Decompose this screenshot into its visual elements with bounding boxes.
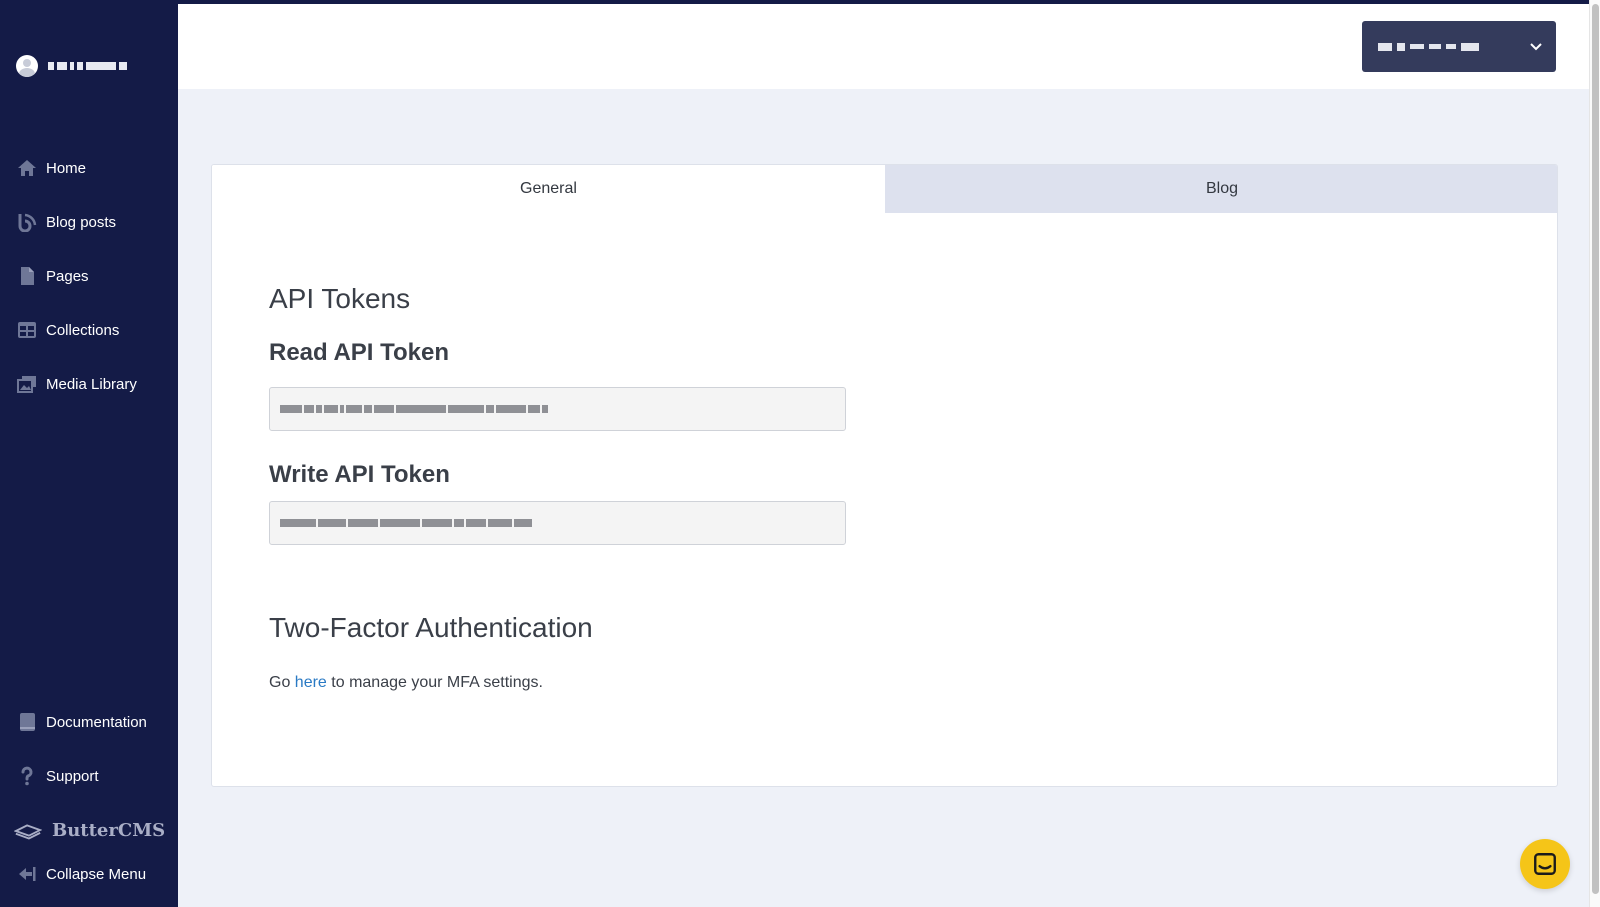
sidebar-item-collections[interactable]: Collections — [16, 316, 166, 344]
api-tokens-heading: API Tokens — [269, 283, 411, 314]
sidebar-item-label: Pages — [46, 267, 89, 285]
read-api-token-field[interactable] — [269, 387, 846, 431]
scrollbar-thumb[interactable] — [1592, 4, 1599, 894]
blog-posts-icon — [16, 211, 38, 233]
mfa-instructions: Go here to manage your MFA settings. — [269, 674, 543, 692]
top-header — [178, 0, 1589, 89]
main-content: General Blog API Tokens Read API Token W… — [178, 89, 1589, 907]
collapse-arrow-icon — [16, 863, 38, 885]
write-api-token-field[interactable] — [269, 501, 846, 545]
redacted-write-token — [280, 519, 532, 527]
sidebar-item-label: Documentation — [46, 713, 147, 731]
home-icon — [16, 157, 38, 179]
sidebar-item-label: Collections — [46, 321, 120, 339]
collapse-menu-label: Collapse Menu — [46, 865, 147, 883]
redacted-organization-name — [1378, 42, 1522, 51]
page-icon — [16, 265, 38, 287]
redacted-read-token — [280, 405, 548, 413]
question-icon — [16, 765, 38, 787]
collections-icon — [16, 319, 38, 341]
organization-dropdown[interactable] — [1362, 21, 1556, 72]
book-icon — [16, 711, 38, 733]
settings-tabs: General Blog — [212, 165, 1557, 213]
read-api-token-label: Read API Token — [269, 339, 450, 366]
sidebar-item-home[interactable]: Home — [16, 154, 166, 182]
sidebar-item-label: Media Library — [46, 375, 137, 393]
sidebar-item-label: Blog posts — [46, 213, 117, 231]
chat-support-button[interactable] — [1520, 839, 1570, 889]
page-scrollbar[interactable] — [1589, 0, 1600, 907]
mfa-text-before: Go — [269, 674, 295, 691]
sidebar-item-pages[interactable]: Pages — [16, 262, 166, 290]
two-factor-heading: Two-Factor Authentication — [269, 612, 593, 643]
sidebar-item-media-library[interactable]: Media Library — [16, 370, 166, 398]
settings-card: General Blog API Tokens Read API Token W… — [211, 164, 1558, 787]
sidebar-item-documentation[interactable]: Documentation — [16, 708, 166, 736]
collapse-menu-button[interactable]: Collapse Menu — [16, 860, 166, 888]
media-library-icon — [16, 373, 38, 395]
user-account[interactable] — [16, 54, 127, 78]
redacted-username — [48, 59, 127, 73]
chat-icon — [1534, 853, 1556, 875]
tab-general[interactable]: General — [212, 165, 885, 213]
user-avatar-icon — [16, 55, 38, 77]
mfa-settings-link[interactable]: here — [295, 674, 327, 691]
brand-name: ButterCMS — [52, 820, 166, 841]
buttercms-logo-icon — [14, 823, 42, 839]
sidebar-item-label: Support — [46, 767, 99, 785]
chevron-down-icon — [1530, 42, 1542, 50]
sidebar-item-blog-posts[interactable]: Blog posts — [16, 208, 166, 236]
sidebar-item-label: Home — [46, 159, 87, 177]
mfa-text-after: to manage your MFA settings. — [326, 674, 543, 691]
write-api-token-label: Write API Token — [269, 461, 450, 488]
sidebar-item-support[interactable]: Support — [16, 762, 166, 790]
buttercms-logo: ButterCMS — [14, 820, 165, 841]
sidebar: Home Blog posts Pages Collections Media … — [0, 0, 178, 907]
tab-blog[interactable]: Blog — [885, 165, 1557, 213]
